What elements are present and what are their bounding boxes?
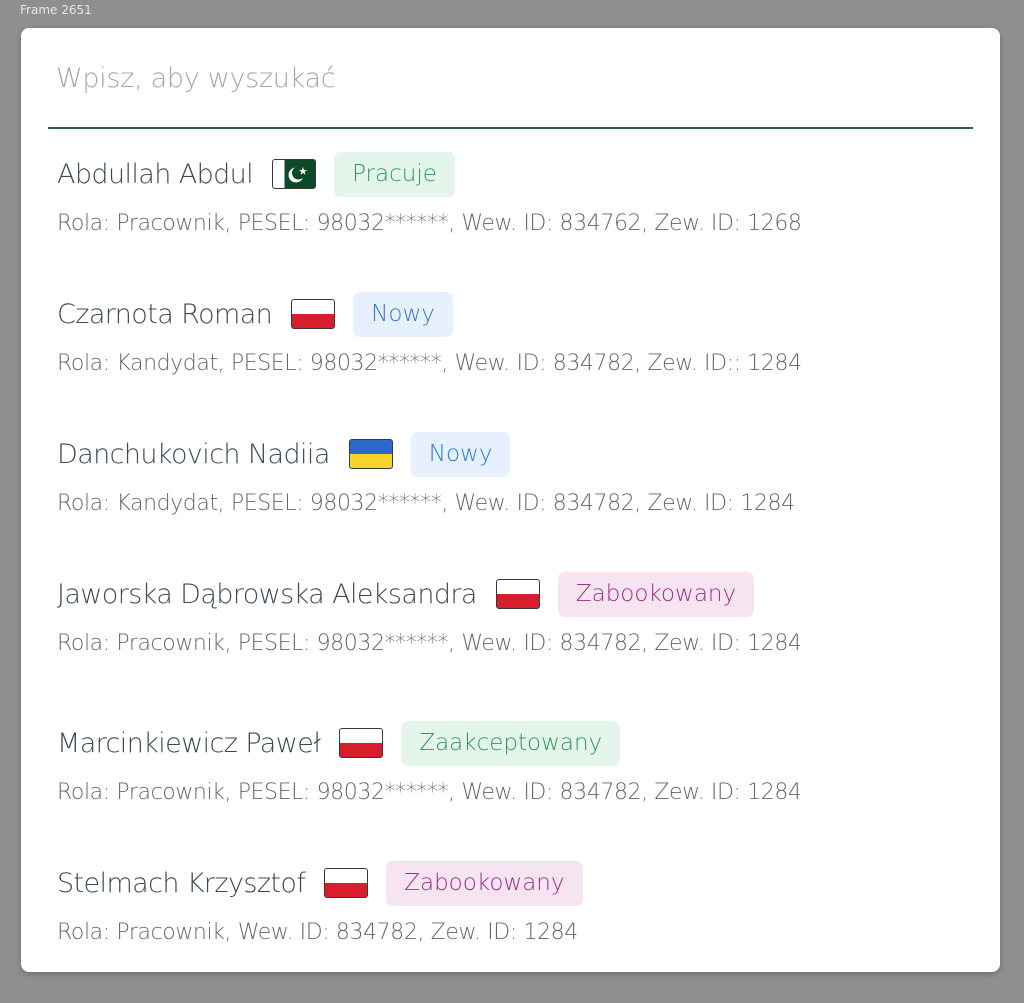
- poland-flag-icon: [495, 579, 540, 609]
- status-badge: Nowy: [410, 431, 511, 477]
- status-badge: Zabookowany: [557, 571, 755, 617]
- person-details: Rola: Kandydat, PESEL: 98032******, Wew.…: [57, 351, 802, 376]
- person-name: Abdullah Abdul: [57, 158, 254, 190]
- name-row: Czarnota Roman Nowy: [57, 290, 453, 338]
- list-item[interactable]: Stelmach Krzysztof Zabookowany Rola: Pra…: [57, 855, 977, 972]
- poland-flag-icon: [324, 868, 369, 898]
- poland-flag-icon: [339, 728, 384, 758]
- search-field: [48, 28, 973, 129]
- search-input[interactable]: [56, 56, 936, 100]
- person-details: Rola: Pracownik, PESEL: 98032******, Wew…: [57, 780, 802, 805]
- name-row: Jaworska Dąbrowska Aleksandra Zabookowan…: [57, 570, 755, 618]
- list-item[interactable]: Abdullah Abdul Pracuje Rola: Pracownik, …: [57, 146, 977, 266]
- name-row: Danchukovich Nadiia Nowy: [57, 430, 511, 478]
- person-name: Danchukovich Nadiia: [57, 438, 330, 470]
- list-item[interactable]: Czarnota Roman Nowy Rola: Kandydat, PESE…: [57, 286, 977, 406]
- status-badge: Zaakceptowany: [401, 720, 621, 766]
- status-badge: Pracuje: [334, 151, 455, 197]
- pakistan-flag-icon: [272, 159, 317, 189]
- person-details: Rola: Pracownik, Wew. ID: 834782, Zew. I…: [57, 920, 578, 945]
- person-name: Czarnota Roman: [57, 298, 273, 330]
- person-details: Rola: Pracownik, PESEL: 98032******, Wew…: [57, 631, 802, 656]
- name-row: Marcinkiewicz Paweł Zaakceptowany: [57, 719, 621, 767]
- status-badge: Zabookowany: [386, 860, 583, 906]
- ukraine-flag-icon: [348, 439, 393, 469]
- crescent-star-icon: [288, 166, 308, 183]
- name-row: Abdullah Abdul Pracuje: [57, 150, 455, 198]
- list-item[interactable]: Marcinkiewicz Paweł Zaakceptowany Rola: …: [57, 715, 977, 835]
- search-results-panel: Abdullah Abdul Pracuje Rola: Pracownik, …: [21, 28, 1000, 972]
- name-row: Stelmach Krzysztof Zabookowany: [57, 859, 583, 907]
- person-name: Stelmach Krzysztof: [57, 867, 306, 899]
- poland-flag-icon: [291, 299, 336, 329]
- person-details: Rola: Kandydat, PESEL: 98032******, Wew.…: [57, 491, 795, 516]
- list-item[interactable]: Danchukovich Nadiia Nowy Rola: Kandydat,…: [57, 426, 977, 546]
- person-name: Jaworska Dąbrowska Aleksandra: [57, 578, 477, 610]
- status-badge: Nowy: [353, 291, 453, 337]
- list-item[interactable]: Jaworska Dąbrowska Aleksandra Zabookowan…: [57, 566, 977, 686]
- person-name: Marcinkiewicz Paweł: [57, 727, 321, 759]
- frame-label: Frame 2651: [20, 3, 92, 17]
- person-details: Rola: Pracownik, PESEL: 98032******, Wew…: [57, 211, 802, 236]
